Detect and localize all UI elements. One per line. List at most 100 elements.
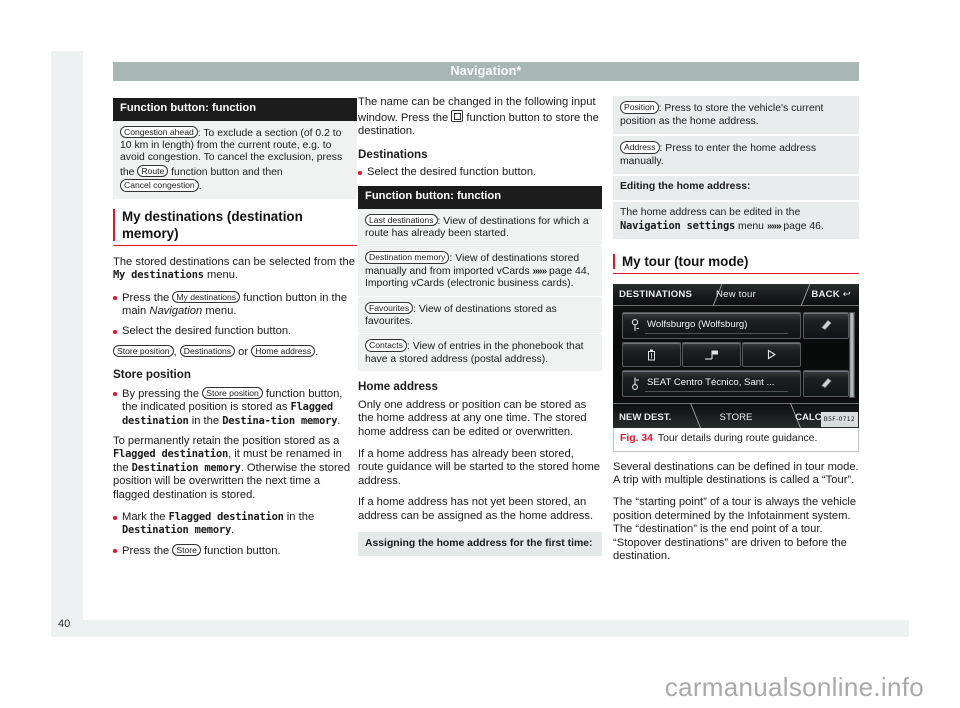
bullet-press-my-destinations: Press the My destinations function butto… bbox=[113, 290, 357, 319]
softkey-store[interactable]: Store bbox=[172, 543, 201, 557]
nav-body: Wolfsburgo (Wolfsburg) SEAT Centro Técni… bbox=[613, 306, 859, 404]
subheading-destinations: Destinations bbox=[358, 147, 428, 161]
function-button-table-1: Function button: function Congestion ahe… bbox=[113, 98, 357, 199]
section-heading-my-tour: My tour (tour mode) bbox=[613, 253, 859, 275]
page-banner: Navigation* bbox=[113, 62, 859, 81]
figure-caption: Fig. 34 Tour details during route guidanc… bbox=[613, 428, 859, 452]
menu-name-my-destinations: My destinations bbox=[113, 269, 204, 282]
start-flag-icon bbox=[631, 319, 642, 335]
cross-reference-arrow: »»» bbox=[766, 220, 782, 232]
text: . bbox=[337, 414, 341, 427]
nav-destination-end-label: SEAT Centro Técnico, Sant ... bbox=[647, 377, 775, 389]
navigation-screen[interactable]: DESTINATIONS New tour BACK ↩ Wolfsburgo … bbox=[613, 284, 859, 429]
softkey-route[interactable]: Route bbox=[137, 164, 169, 178]
page-number: 40 bbox=[58, 618, 71, 630]
column-middle: The name can be changed in the following… bbox=[358, 96, 602, 557]
grey-bar-assigning-home-address: Assigning the home address for the first… bbox=[358, 531, 602, 557]
text: Select the desired function button. bbox=[122, 325, 292, 337]
softkey-list: Store position, Destinations or Home add… bbox=[113, 344, 357, 360]
nav-destination-start-label: Wolfsburgo (Wolfsburg) bbox=[647, 319, 748, 331]
table-row: Contacts: View of entries in the phonebo… bbox=[358, 334, 602, 372]
trash-icon bbox=[623, 349, 680, 364]
edit-svg bbox=[820, 320, 832, 331]
subheading-home-address: Home address bbox=[358, 380, 438, 394]
softkey-address[interactable]: Address bbox=[620, 141, 660, 154]
softkey-favourites[interactable]: Favourites bbox=[365, 301, 414, 315]
banner-title: Navigation* bbox=[450, 64, 522, 78]
menu-name-navigation-settings: Navigation settings bbox=[620, 219, 736, 232]
trash-svg bbox=[648, 349, 655, 361]
bullet-select-function-button: Select the desired function button. bbox=[113, 325, 357, 339]
softkey-store-position-2[interactable]: Store position bbox=[202, 386, 263, 400]
softkey-store-position[interactable]: Store position bbox=[113, 344, 174, 358]
row-text-b: function button and then bbox=[168, 166, 283, 178]
paragraph-already-stored: If a home address has already been store… bbox=[358, 447, 600, 487]
term-destination-memory: Destina-tion memory bbox=[222, 414, 338, 427]
figure-code: B5F-0712 bbox=[820, 411, 858, 428]
nav-destination-start[interactable]: Wolfsburgo (Wolfsburg) bbox=[622, 312, 801, 340]
row-text-c: . bbox=[198, 181, 202, 193]
paragraph-stored-destinations: The stored destinations can be selected … bbox=[113, 256, 357, 283]
table-row: Last destinations: View of destinations … bbox=[358, 208, 602, 247]
term-flagged-destination-3: Flagged destination bbox=[168, 510, 284, 523]
bullet-select-function-button-2: Select the desired function button. bbox=[358, 166, 602, 180]
column-left: Function button: function Congestion ahe… bbox=[113, 96, 357, 564]
destination-svg bbox=[632, 377, 639, 391]
text: in the bbox=[283, 510, 315, 523]
text: . bbox=[231, 524, 235, 537]
edit-svg bbox=[820, 378, 832, 389]
text: function button. bbox=[200, 544, 281, 557]
softkey-my-destinations[interactable]: My destinations bbox=[172, 290, 241, 304]
section-heading-my-destinations: My destinations (destination memory) bbox=[113, 208, 357, 246]
softkey-destinations[interactable]: Destinations bbox=[179, 344, 236, 358]
box-position: Position: Press to store the vehicle's c… bbox=[613, 96, 859, 135]
figure-caption-text: Tour details during route guidance. bbox=[657, 433, 818, 445]
text: , bbox=[173, 345, 180, 358]
back-arrow-icon: ↩ bbox=[842, 289, 851, 301]
nav-back-button[interactable]: BACK ↩ bbox=[811, 288, 851, 302]
softkey-contacts[interactable]: Contacts bbox=[365, 339, 407, 352]
nav-edit-start-button[interactable] bbox=[803, 312, 849, 340]
bullet-press-store: Press the Store function button. bbox=[113, 543, 357, 559]
table-header: Function button: function bbox=[113, 98, 357, 121]
nav-underline bbox=[645, 333, 788, 335]
paragraph-starting-point: The “starting point” of a tour is always… bbox=[613, 495, 857, 563]
paragraph-retain-position: To permanently retain the position store… bbox=[113, 435, 357, 503]
text: Press the bbox=[122, 291, 173, 304]
nav-play-button[interactable] bbox=[742, 342, 801, 368]
paragraph-several-destinations: Several destinations can be defined in t… bbox=[613, 460, 859, 487]
nav-scrollbar[interactable] bbox=[849, 312, 855, 399]
store-icon[interactable] bbox=[451, 109, 464, 122]
softkey-home-address[interactable]: Home address bbox=[251, 344, 316, 358]
nav-top-bar: DESTINATIONS New tour BACK ↩ bbox=[613, 284, 859, 307]
text: menu. bbox=[203, 269, 239, 282]
text: The stored destinations can be selected … bbox=[113, 255, 355, 268]
nav-delete-button[interactable] bbox=[622, 342, 681, 368]
text: . bbox=[315, 345, 319, 358]
cross-reference-arrow: »»» bbox=[532, 265, 547, 277]
softkey-congestion-ahead[interactable]: Congestion ahead bbox=[120, 125, 198, 139]
watermark: carmanualsonline.info bbox=[664, 672, 924, 702]
menu-name-navigation: Navigation bbox=[149, 305, 203, 318]
softkey-position[interactable]: Position bbox=[620, 101, 659, 114]
box-editing-title: Editing the home address: bbox=[613, 176, 859, 200]
text: Mark the bbox=[122, 510, 169, 523]
softkey-destination-memory[interactable]: Destination memory bbox=[365, 251, 450, 264]
nav-edit-end-button[interactable] bbox=[803, 370, 849, 398]
table-row: Favourites: View of destinations stored … bbox=[358, 296, 602, 335]
nav-add-stopover-button[interactable] bbox=[682, 342, 741, 368]
nav-destination-end[interactable]: SEAT Centro Técnico, Sant ... bbox=[622, 370, 801, 398]
softkey-cancel-congestion[interactable]: Cancel congestion bbox=[120, 179, 199, 192]
box-text-b: menu bbox=[735, 220, 767, 232]
figure-number: Fig. 34 bbox=[620, 433, 653, 445]
text: or bbox=[235, 345, 252, 358]
text: in the bbox=[188, 414, 223, 427]
nav-scrollbar-thumb[interactable] bbox=[850, 313, 854, 398]
manual-page: Navigation* 40 Function button: function… bbox=[0, 0, 960, 708]
box-address: Address: Press to enter the home address… bbox=[613, 136, 859, 175]
column-right: Position: Press to store the vehicle's c… bbox=[613, 96, 859, 572]
softkey-last-destinations[interactable]: Last destinations bbox=[365, 213, 438, 227]
text: To permanently retain the position store… bbox=[113, 434, 340, 447]
table-header-2: Function button: function bbox=[358, 185, 602, 209]
add-stopover-icon bbox=[683, 349, 740, 364]
